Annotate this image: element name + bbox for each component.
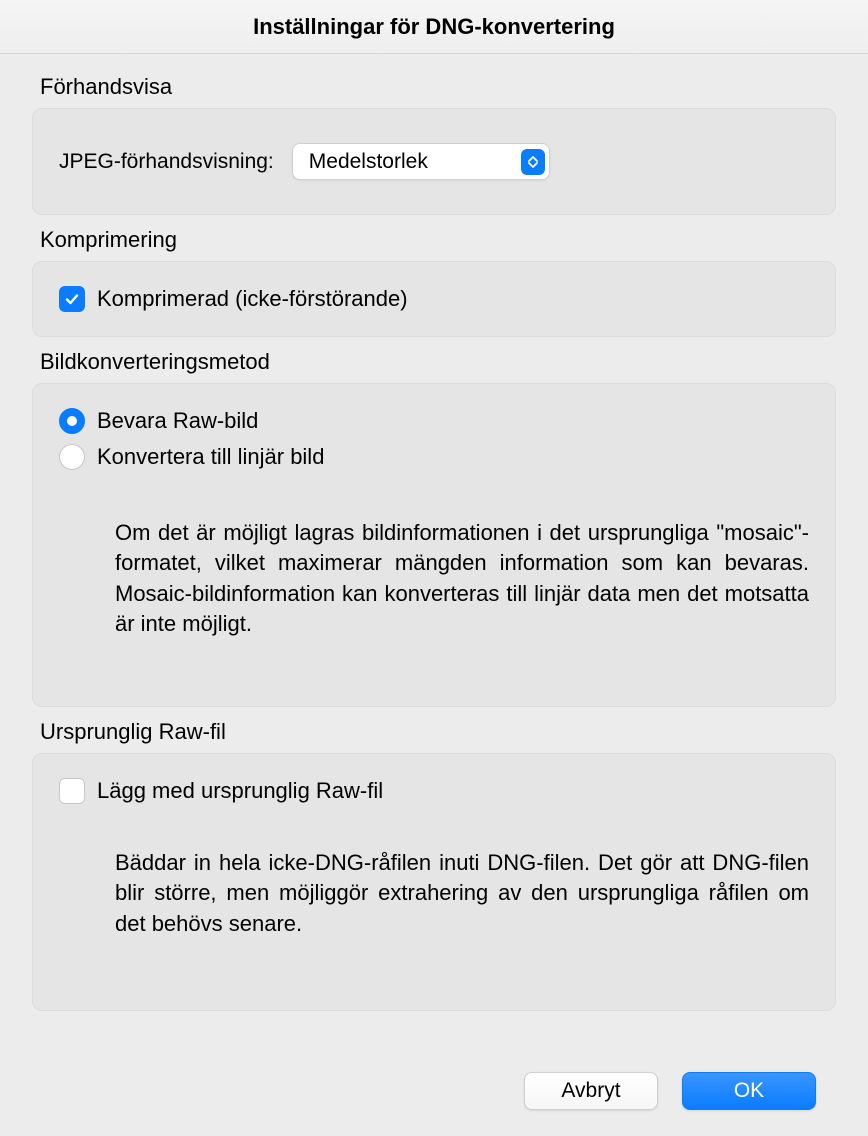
preserve-raw-row[interactable]: Bevara Raw-bild	[59, 408, 809, 434]
compression-panel: Komprimerad (icke-förstörande)	[32, 261, 836, 337]
dialog-content: Förhandsvisa JPEG-förhandsvisning: Medel…	[0, 54, 868, 1011]
embed-raw-label: Lägg med ursprunglig Raw-fil	[97, 778, 383, 804]
preserve-raw-radio[interactable]	[59, 408, 85, 434]
conversion-description: Om det är möjligt lagras bildinformation…	[115, 518, 809, 639]
window-title: Inställningar för DNG-konvertering	[0, 0, 868, 54]
original-raw-panel: Lägg med ursprunglig Raw-fil Bäddar in h…	[32, 753, 836, 1011]
convert-linear-radio[interactable]	[59, 444, 85, 470]
jpeg-preview-label: JPEG-förhandsvisning:	[59, 150, 274, 174]
original-raw-description: Bäddar in hela icke-DNG-råfilen inuti DN…	[115, 848, 809, 939]
compressed-label: Komprimerad (icke-förstörande)	[97, 286, 408, 312]
convert-linear-row[interactable]: Konvertera till linjär bild	[59, 444, 809, 470]
convert-linear-label: Konvertera till linjär bild	[97, 444, 324, 470]
compression-section-label: Komprimering	[40, 227, 836, 253]
preview-section-label: Förhandsvisa	[40, 74, 836, 100]
conversion-section-label: Bildkonverteringsmetod	[40, 349, 836, 375]
jpeg-preview-select[interactable]: Medelstorlek	[292, 143, 550, 180]
compressed-checkbox[interactable]	[59, 286, 85, 312]
embed-raw-row[interactable]: Lägg med ursprunglig Raw-fil	[59, 778, 809, 804]
preserve-raw-label: Bevara Raw-bild	[97, 408, 258, 434]
jpeg-preview-select-wrap: Medelstorlek	[292, 143, 550, 180]
ok-button[interactable]: OK	[682, 1072, 816, 1110]
compressed-row[interactable]: Komprimerad (icke-förstörande)	[59, 286, 809, 312]
dialog-buttons: Avbryt OK	[524, 1072, 816, 1110]
cancel-button[interactable]: Avbryt	[524, 1072, 658, 1110]
embed-raw-checkbox[interactable]	[59, 778, 85, 804]
preview-panel: JPEG-förhandsvisning: Medelstorlek	[32, 108, 836, 215]
original-raw-section-label: Ursprunglig Raw-fil	[40, 719, 836, 745]
conversion-panel: Bevara Raw-bild Konvertera till linjär b…	[32, 383, 836, 707]
